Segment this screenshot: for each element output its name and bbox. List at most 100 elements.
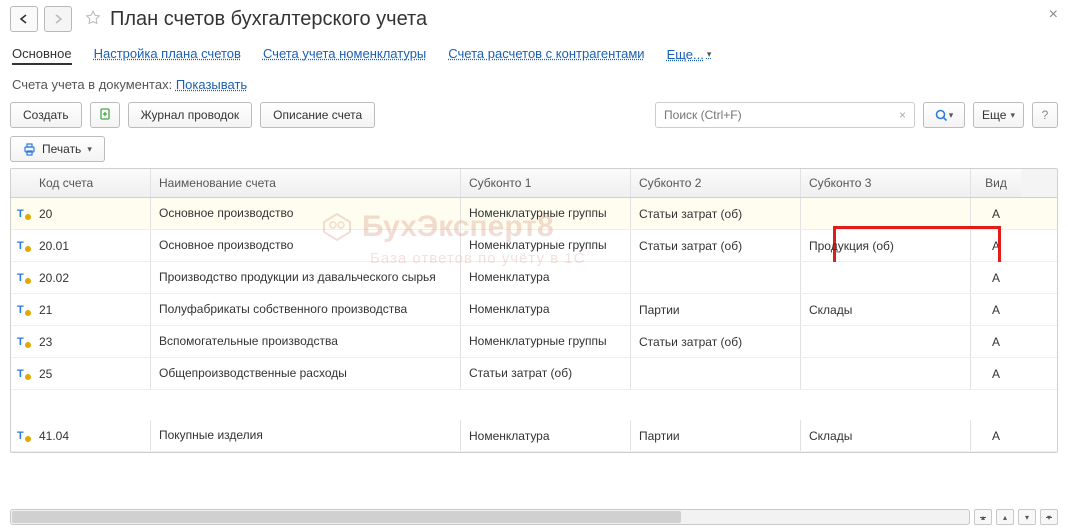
print-button[interactable]: Печать ▾: [10, 136, 105, 162]
cell-vid: А: [971, 230, 1021, 261]
scroll-down-button[interactable]: ▾: [1018, 509, 1036, 525]
chevron-down-icon: ▾: [87, 144, 92, 155]
nav-back-button[interactable]: [10, 6, 38, 32]
col-icon: [11, 169, 31, 197]
cell-name: Покупные изделия: [151, 420, 461, 451]
journal-button[interactable]: Журнал проводок: [128, 102, 253, 128]
cell-name: Общепроизводственные расходы: [151, 358, 461, 389]
help-button[interactable]: ?: [1032, 102, 1058, 128]
cell-s2: Статьи затрат (об): [631, 230, 801, 261]
cell-s1: Номенклатурные группы: [461, 230, 631, 261]
create-button-label: Создать: [23, 108, 69, 122]
cell-s2: Партии: [631, 294, 801, 325]
cell-s2: [631, 358, 801, 389]
cell-vid: А: [971, 326, 1021, 357]
cell-name: Основное производство: [151, 230, 461, 261]
cell-s1: Номенклатура: [461, 420, 631, 451]
cell-vid: А: [971, 420, 1021, 451]
tab-more-label: Еще...: [667, 47, 704, 62]
cell-name: Вспомогательные производства: [151, 326, 461, 357]
journal-button-label: Журнал проводок: [141, 108, 240, 122]
table-row[interactable]: T21Полуфабрикаты собственного производст…: [11, 294, 1057, 326]
cell-s1: Номенклатурные группы: [461, 326, 631, 357]
table-body: T20Основное производствоНоменклатурные г…: [11, 198, 1057, 390]
chevron-down-icon: ▾: [949, 110, 954, 121]
cell-s3: [801, 262, 971, 293]
cell-code: 25: [31, 358, 151, 389]
create-button[interactable]: Создать: [10, 102, 82, 128]
col-vid[interactable]: Вид: [971, 169, 1021, 197]
horizontal-scrollbar[interactable]: [10, 509, 970, 525]
cell-s3: Продукция (об): [801, 230, 971, 261]
chevron-down-icon: ▾: [707, 49, 712, 60]
tab-counterparty-accounts[interactable]: Счета расчетов с контрагентами: [448, 44, 644, 65]
table-row[interactable]: T20Основное производствоНоменклатурные г…: [11, 198, 1057, 230]
print-button-label: Печать: [42, 142, 81, 156]
search-field-wrapper: ×: [655, 102, 915, 128]
cell-code: 41.04: [31, 420, 151, 451]
search-input[interactable]: [664, 108, 891, 122]
describe-button-label: Описание счета: [273, 108, 362, 122]
cell-s2: Статьи затрат (об): [631, 198, 801, 229]
nav-forward-button[interactable]: [44, 6, 72, 32]
col-subkonto3[interactable]: Субконто 3: [801, 169, 971, 197]
toolbar-more-button[interactable]: Еще ▾: [973, 102, 1024, 128]
col-subkonto1[interactable]: Субконто 1: [461, 169, 631, 197]
tab-main[interactable]: Основное: [12, 44, 72, 65]
accounts-table: Код счета Наименование счета Субконто 1 …: [10, 168, 1058, 453]
cell-vid: А: [971, 294, 1021, 325]
help-icon: ?: [1042, 108, 1049, 122]
table-row[interactable]: T25Общепроизводственные расходыСтатьи за…: [11, 358, 1057, 390]
cell-code: 23: [31, 326, 151, 357]
find-button[interactable]: ▾: [923, 102, 965, 128]
account-icon: T: [17, 304, 31, 316]
cell-s2: Партии: [631, 420, 801, 451]
copy-button[interactable]: [90, 102, 120, 128]
cell-name: Полуфабрикаты собственного производства: [151, 294, 461, 325]
table-row[interactable]: T 41.04 Покупные изделия Номенклатура Па…: [11, 420, 1057, 452]
account-icon: T: [17, 368, 31, 380]
cell-s3: [801, 326, 971, 357]
page-title: План счетов бухгалтерского учета: [110, 8, 427, 31]
cell-s3: [801, 198, 971, 229]
account-icon: T: [17, 272, 31, 284]
table-row[interactable]: T23Вспомогательные производстваНоменклат…: [11, 326, 1057, 358]
search-clear-icon[interactable]: ×: [895, 108, 910, 122]
cell-code: 20.01: [31, 230, 151, 261]
account-icon: T: [17, 240, 31, 252]
tab-config-plan[interactable]: Настройка плана счетов: [94, 44, 241, 65]
table-row[interactable]: T20.02Производство продукции из давальче…: [11, 262, 1057, 294]
scroll-top-button[interactable]: ▴: [974, 509, 992, 525]
printer-icon: [23, 143, 36, 156]
cell-vid: А: [971, 198, 1021, 229]
copy-icon: [98, 108, 112, 122]
cell-s1: Статьи затрат (об): [461, 358, 631, 389]
tab-more[interactable]: Еще...▾: [667, 44, 712, 65]
describe-account-button[interactable]: Описание счета: [260, 102, 375, 128]
search-icon: [935, 109, 948, 122]
cell-s3: Склады: [801, 294, 971, 325]
col-name[interactable]: Наименование счета: [151, 169, 461, 197]
scroll-up-button[interactable]: ▴: [996, 509, 1014, 525]
cell-s2: Статьи затрат (об): [631, 326, 801, 357]
cell-code: 20.02: [31, 262, 151, 293]
tab-nomenclature-accounts[interactable]: Счета учета номенклатуры: [263, 44, 426, 65]
cell-s1: Номенклатурные группы: [461, 198, 631, 229]
toolbar: Создать Журнал проводок Описание счета ×…: [10, 102, 1058, 128]
cell-code: 21: [31, 294, 151, 325]
scrollbar-thumb[interactable]: [12, 511, 681, 523]
chevron-down-icon: ▾: [1010, 110, 1015, 121]
more-button-label: Еще: [982, 108, 1006, 122]
table-header: Код счета Наименование счета Субконто 1 …: [11, 169, 1057, 198]
subline-link-toggle[interactable]: Показывать: [176, 77, 247, 92]
favorite-star-icon[interactable]: [84, 9, 102, 30]
cell-name: Производство продукции из давальческого …: [151, 262, 461, 293]
scroll-bottom-button[interactable]: ▾: [1040, 509, 1058, 525]
cell-vid: А: [971, 358, 1021, 389]
col-code[interactable]: Код счета: [31, 169, 151, 197]
cell-s3: [801, 358, 971, 389]
subline: Счета учета в документах: Показывать: [12, 77, 1058, 92]
col-subkonto2[interactable]: Субконто 2: [631, 169, 801, 197]
table-row[interactable]: T20.01Основное производствоНоменклатурны…: [11, 230, 1057, 262]
close-icon[interactable]: ×: [1049, 6, 1058, 24]
